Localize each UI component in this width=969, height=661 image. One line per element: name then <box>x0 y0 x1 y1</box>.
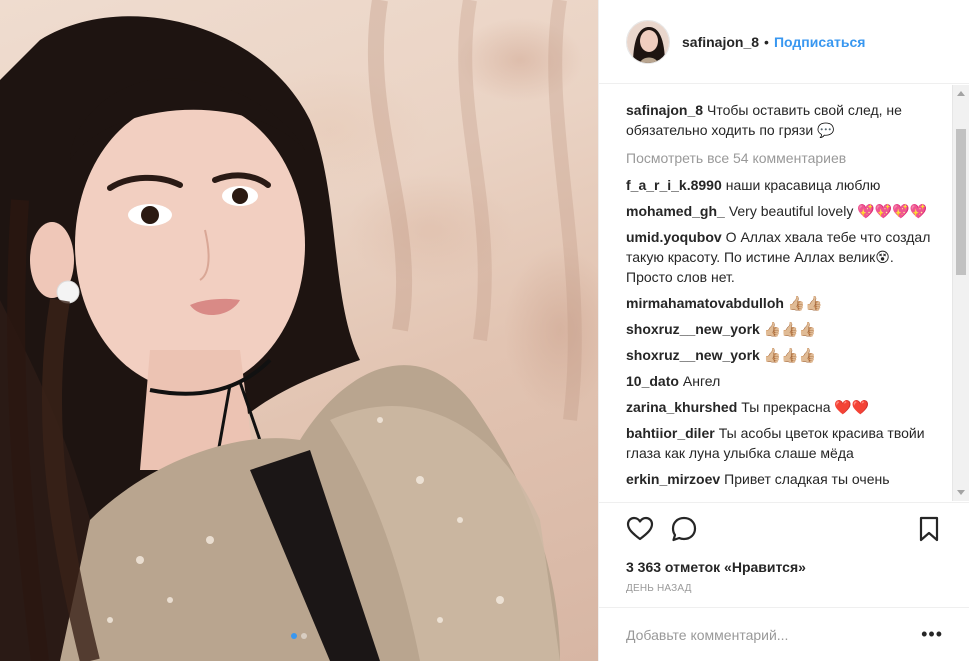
post-header: safinajon_8 • Подписаться <box>599 0 969 84</box>
comment-text: 👍🏼👍🏼👍🏼 <box>763 347 817 363</box>
comment-text: 👍🏼👍🏼👍🏼 <box>763 321 817 337</box>
comment-text: наши красавица люблю <box>725 177 881 193</box>
selfie-illustration <box>0 0 582 661</box>
comment-text: Ангел <box>682 373 721 389</box>
scroll-down-arrow-icon[interactable] <box>957 490 965 495</box>
bookmark-icon[interactable] <box>915 515 943 543</box>
caption-username[interactable]: safinajon_8 <box>626 102 703 118</box>
separator-dot: • <box>764 33 769 50</box>
comment-username[interactable]: zarina_khurshed <box>626 399 737 415</box>
caption: safinajon_8 Чтобы оставить свой след, не … <box>626 100 934 140</box>
comment-username[interactable]: 10_dato <box>626 373 679 389</box>
comment-text: 👍🏼👍🏼 <box>787 295 823 311</box>
carousel-dot-active[interactable] <box>291 633 297 639</box>
comment-text: Привет сладкая ты очень <box>724 471 890 487</box>
list-item: zarina_khurshed Ты прекрасна ❤️❤️ <box>626 397 934 417</box>
comments-scrollbar[interactable] <box>952 85 969 501</box>
list-item: 10_dato Ангел <box>626 371 934 391</box>
comment-input[interactable] <box>626 626 922 643</box>
post-username[interactable]: safinajon_8 <box>682 34 759 50</box>
heart-outline-icon[interactable] <box>626 515 654 543</box>
carousel-dots[interactable] <box>0 633 598 639</box>
comment-username[interactable]: shoxruz__new_york <box>626 347 760 363</box>
list-item: bahtiior_diler Ты асобы цветок красива тв… <box>626 423 934 463</box>
post-photo[interactable] <box>0 0 598 661</box>
comment-username[interactable]: bahtiior_diler <box>626 425 715 441</box>
comment-username[interactable]: f_a_r_i_k.8990 <box>626 177 722 193</box>
comment-username[interactable]: mohamed_gh_ <box>626 203 725 219</box>
list-item: shoxruz__new_york 👍🏼👍🏼👍🏼 <box>626 319 934 339</box>
avatar[interactable] <box>626 19 670 64</box>
likes-count[interactable]: 3 363 отметок «Нравится» <box>626 558 943 576</box>
post-timestamp[interactable]: ДЕНЬ НАЗАД <box>626 583 943 594</box>
comment-text: Ты прекрасна ❤️❤️ <box>741 399 870 415</box>
list-item: f_a_r_i_k.8990 наши красавица люблю <box>626 175 934 195</box>
comment-username[interactable]: mirmahamatovabdulloh <box>626 295 784 311</box>
comments-list[interactable]: safinajon_8 Чтобы оставить свой след, не … <box>599 85 952 501</box>
comment-text: Very beautiful lovely 💖💖💖💖 <box>728 203 927 219</box>
follow-button[interactable]: Подписаться <box>774 34 866 50</box>
scroll-up-arrow-icon[interactable] <box>957 91 965 96</box>
carousel-dot[interactable] <box>301 633 307 639</box>
comment-username[interactable]: umid.yoqubov <box>626 229 722 245</box>
list-item: mohamed_gh_ Very beautiful lovely 💖💖💖💖 <box>626 201 934 221</box>
post-actions: 3 363 отметок «Нравится» ДЕНЬ НАЗАД <box>599 502 969 594</box>
comment-username[interactable]: shoxruz__new_york <box>626 321 760 337</box>
more-options-icon[interactable]: ••• <box>921 624 943 645</box>
list-item: umid.yoqubov О Аллах хвала тебе что созда… <box>626 227 934 287</box>
list-item: shoxruz__new_york 👍🏼👍🏼👍🏼 <box>626 345 934 365</box>
post-side-panel: safinajon_8 • Подписаться safinajon_8 Что… <box>598 0 969 661</box>
scrollbar-thumb[interactable] <box>956 129 966 275</box>
add-comment-bar: ••• <box>599 607 969 661</box>
list-item: mirmahamatovabdulloh 👍🏼👍🏼 <box>626 293 934 313</box>
speech-bubble-icon[interactable] <box>670 515 698 543</box>
action-icons <box>626 515 943 543</box>
comment-username[interactable]: erkin_mirzoev <box>626 471 720 487</box>
view-all-comments-link[interactable]: Посмотреть все 54 комментариев <box>626 148 934 168</box>
list-item: erkin_mirzoev Привет сладкая ты очень <box>626 469 934 489</box>
